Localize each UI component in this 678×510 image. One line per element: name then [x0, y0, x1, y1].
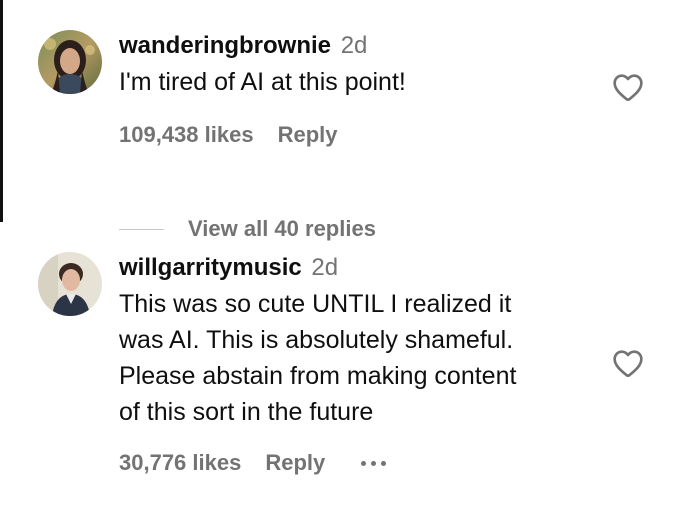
view-replies-button[interactable]: View all 40 replies: [119, 216, 376, 242]
comment-header: willgarritymusic 2d: [119, 250, 599, 286]
reply-button[interactable]: Reply: [265, 450, 325, 476]
replies-divider: [119, 228, 164, 230]
comment-text-line: Please abstain from making content: [119, 362, 517, 390]
comment-header: wanderingbrownie 2d: [119, 28, 599, 64]
reply-button[interactable]: Reply: [278, 122, 338, 148]
comment-text-line: I'm tired of AI at this point!: [119, 68, 406, 96]
heart-outline-icon[interactable]: [612, 348, 644, 378]
more-options-icon[interactable]: [361, 460, 387, 466]
comment-text-line: This was so cute UNTIL I realized it: [119, 290, 512, 318]
timestamp[interactable]: 2d: [341, 32, 368, 59]
window-edge: [0, 0, 3, 222]
heart-outline-icon[interactable]: [612, 72, 644, 102]
comment-body: wanderingbrownie 2d I'm tired of AI at t…: [119, 28, 599, 100]
view-replies-label: View all 40 replies: [188, 216, 376, 241]
more-dot: [361, 460, 367, 466]
more-dot: [371, 460, 377, 466]
likes-count[interactable]: 109,438 likes: [119, 122, 254, 148]
comment-actions: 109,438 likes Reply: [119, 122, 338, 148]
comment-body: willgarritymusic 2d This was so cute UNT…: [119, 250, 599, 430]
comment-text: This was so cute UNTIL I realized it was…: [119, 286, 599, 430]
timestamp[interactable]: 2d: [311, 254, 338, 281]
comment-text-line: of this sort in the future: [119, 398, 374, 426]
avatar[interactable]: [38, 252, 102, 316]
comment-actions: 30,776 likes Reply: [119, 450, 387, 476]
comment-text: I'm tired of AI at this point!: [119, 64, 599, 100]
more-dot: [381, 460, 387, 466]
comment-text-line: was AI. This is absolutely shameful.: [119, 326, 514, 354]
username[interactable]: wanderingbrownie: [119, 32, 331, 59]
username[interactable]: willgarritymusic: [119, 254, 302, 281]
likes-count[interactable]: 30,776 likes: [119, 450, 241, 476]
avatar[interactable]: [38, 30, 102, 94]
